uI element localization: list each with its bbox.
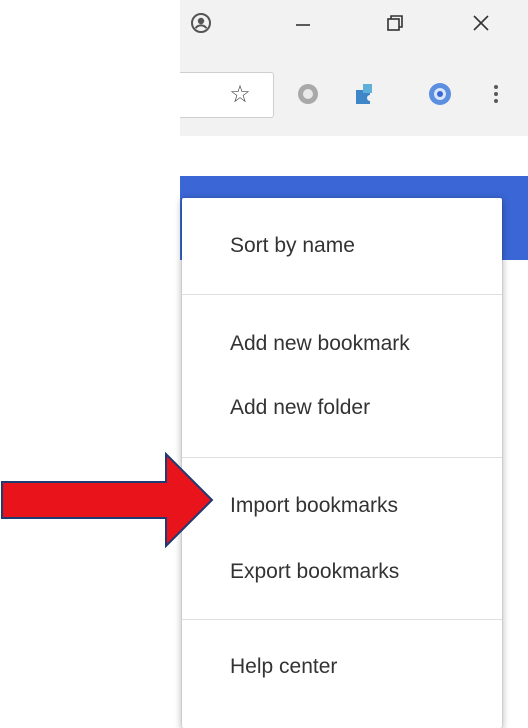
minimize-icon[interactable] bbox=[288, 8, 318, 38]
more-vert-icon[interactable] bbox=[486, 80, 506, 108]
menu-item-export-bookmarks[interactable]: Export bookmarks bbox=[230, 560, 399, 584]
blue-ring-extension-icon[interactable] bbox=[426, 80, 454, 108]
profile-icon[interactable] bbox=[186, 8, 216, 38]
annotation-arrow-icon bbox=[1, 451, 214, 549]
menu-divider bbox=[182, 619, 502, 620]
menu-item-sort-by-name[interactable]: Sort by name bbox=[230, 234, 355, 258]
menu-divider bbox=[182, 457, 502, 458]
puzzle-extension-icon[interactable] bbox=[350, 80, 378, 108]
bookmark-star-icon[interactable]: ☆ bbox=[228, 80, 252, 108]
menu-item-add-new-bookmark[interactable]: Add new bookmark bbox=[230, 332, 410, 356]
menu-item-import-bookmarks[interactable]: Import bookmarks bbox=[230, 494, 398, 518]
restore-icon[interactable] bbox=[380, 8, 410, 38]
menu-item-add-new-folder[interactable]: Add new folder bbox=[230, 396, 370, 420]
gray-circle-extension-icon[interactable] bbox=[294, 80, 322, 108]
menu-divider bbox=[182, 294, 502, 295]
close-icon[interactable] bbox=[466, 8, 496, 38]
menu-item-help-center[interactable]: Help center bbox=[230, 655, 337, 679]
address-bar[interactable] bbox=[180, 72, 274, 118]
organize-menu: Sort by name Add new bookmark Add new fo… bbox=[182, 198, 502, 728]
